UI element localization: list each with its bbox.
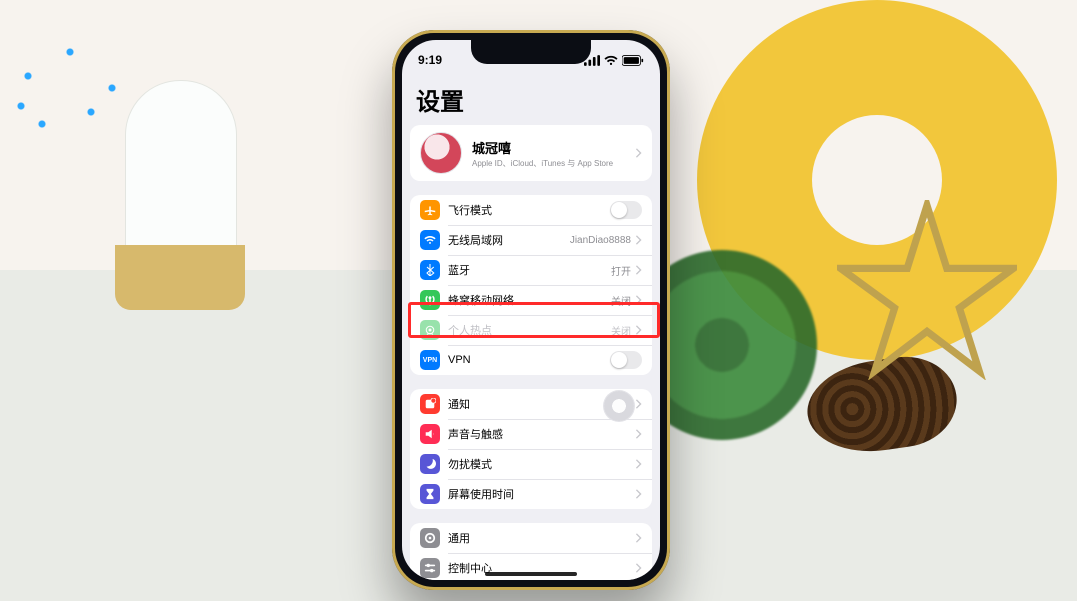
gear-icon — [420, 528, 440, 548]
wifi-icon — [604, 55, 618, 66]
apple-id-row[interactable]: 城冠嘻 Apple ID、iCloud、iTunes 与 App Store — [410, 125, 652, 181]
chevron-right-icon — [635, 265, 642, 275]
notch — [471, 40, 591, 64]
chevron-right-icon — [635, 235, 642, 245]
dnd-row[interactable]: 勿扰模式 — [410, 449, 652, 479]
cellular-detail: 关闭 — [611, 293, 631, 308]
sounds-row[interactable]: 声音与触感 — [410, 419, 652, 449]
screentime-row[interactable]: 屏幕使用时间 — [410, 479, 652, 509]
bluetooth-icon — [420, 260, 440, 280]
cellular-row[interactable]: 蜂窝移动网络 关闭 — [410, 285, 652, 315]
dnd-label: 勿扰模式 — [448, 456, 635, 472]
airplane-icon — [420, 200, 440, 220]
chevron-right-icon — [635, 325, 642, 335]
bluetooth-row[interactable]: 蓝牙 打开 — [410, 255, 652, 285]
hotspot-icon — [420, 320, 440, 340]
diffuser-base-prop — [115, 245, 245, 310]
vpn-row[interactable]: VPN VPN — [410, 345, 652, 375]
vpn-switch[interactable] — [610, 351, 642, 369]
chevron-right-icon — [635, 295, 642, 305]
general-label: 通用 — [448, 530, 635, 546]
cellular-label: 蜂窝移动网络 — [448, 292, 611, 308]
wifi-row[interactable]: 无线局域网 JianDiao8888 — [410, 225, 652, 255]
hotspot-label: 个人热点 — [448, 322, 611, 338]
home-indicator[interactable] — [485, 572, 577, 576]
vpn-label: VPN — [448, 354, 610, 366]
iphone-device: 9:19 设置 — [392, 30, 670, 590]
screentime-label: 屏幕使用时间 — [448, 486, 635, 502]
chevron-right-icon — [635, 489, 642, 499]
connectivity-group: 飞行模式 无线局域网 JianDiao8888 蓝牙 打开 — [410, 195, 652, 375]
chevron-right-icon — [635, 148, 642, 158]
profile-name: 城冠嘻 Apple ID、iCloud、iTunes 与 App Store — [472, 138, 635, 169]
notifications-icon — [420, 394, 440, 414]
hourglass-icon — [420, 484, 440, 504]
battery-icon — [622, 55, 644, 66]
chevron-right-icon — [635, 429, 642, 439]
profile-sub: Apple ID、iCloud、iTunes 与 App Store — [472, 158, 635, 169]
general-row[interactable]: 通用 — [410, 523, 652, 553]
chevron-right-icon — [635, 399, 642, 409]
chevron-right-icon — [635, 533, 642, 543]
vpn-icon: VPN — [420, 350, 440, 370]
wifi-detail: JianDiao8888 — [570, 235, 631, 246]
notifications-group: 通知 声音与触感 勿扰模式 屏幕使用时间 — [410, 389, 652, 509]
sounds-icon — [420, 424, 440, 444]
airplane-mode-row[interactable]: 飞行模式 — [410, 195, 652, 225]
star-prop — [837, 200, 1017, 380]
hotspot-row[interactable]: 个人热点 关闭 — [410, 315, 652, 345]
diffuser-prop — [125, 80, 237, 257]
status-right — [584, 55, 644, 66]
sliders-icon — [420, 558, 440, 578]
assistive-touch-button[interactable] — [604, 391, 634, 421]
photo-scene: 9:19 设置 — [0, 0, 1077, 601]
avatar — [420, 132, 462, 174]
profile-group: 城冠嘻 Apple ID、iCloud、iTunes 与 App Store — [410, 125, 652, 181]
hotspot-detail: 关闭 — [611, 323, 631, 338]
airplane-switch[interactable] — [610, 201, 642, 219]
chevron-right-icon — [635, 459, 642, 469]
sparkle-decoration — [0, 40, 140, 160]
airplane-label: 飞行模式 — [448, 202, 610, 218]
page-title: 设置 — [402, 76, 660, 125]
wifi-row-icon — [420, 230, 440, 250]
iphone-screen: 9:19 设置 — [402, 40, 660, 580]
sounds-label: 声音与触感 — [448, 426, 635, 442]
chevron-right-icon — [635, 563, 642, 573]
profile-name-text: 城冠嘻 — [472, 138, 635, 157]
bluetooth-label: 蓝牙 — [448, 262, 611, 278]
status-time: 9:19 — [418, 53, 442, 67]
moon-icon — [420, 454, 440, 474]
antenna-icon — [420, 290, 440, 310]
wifi-label: 无线局域网 — [448, 232, 570, 248]
bluetooth-detail: 打开 — [611, 263, 631, 278]
